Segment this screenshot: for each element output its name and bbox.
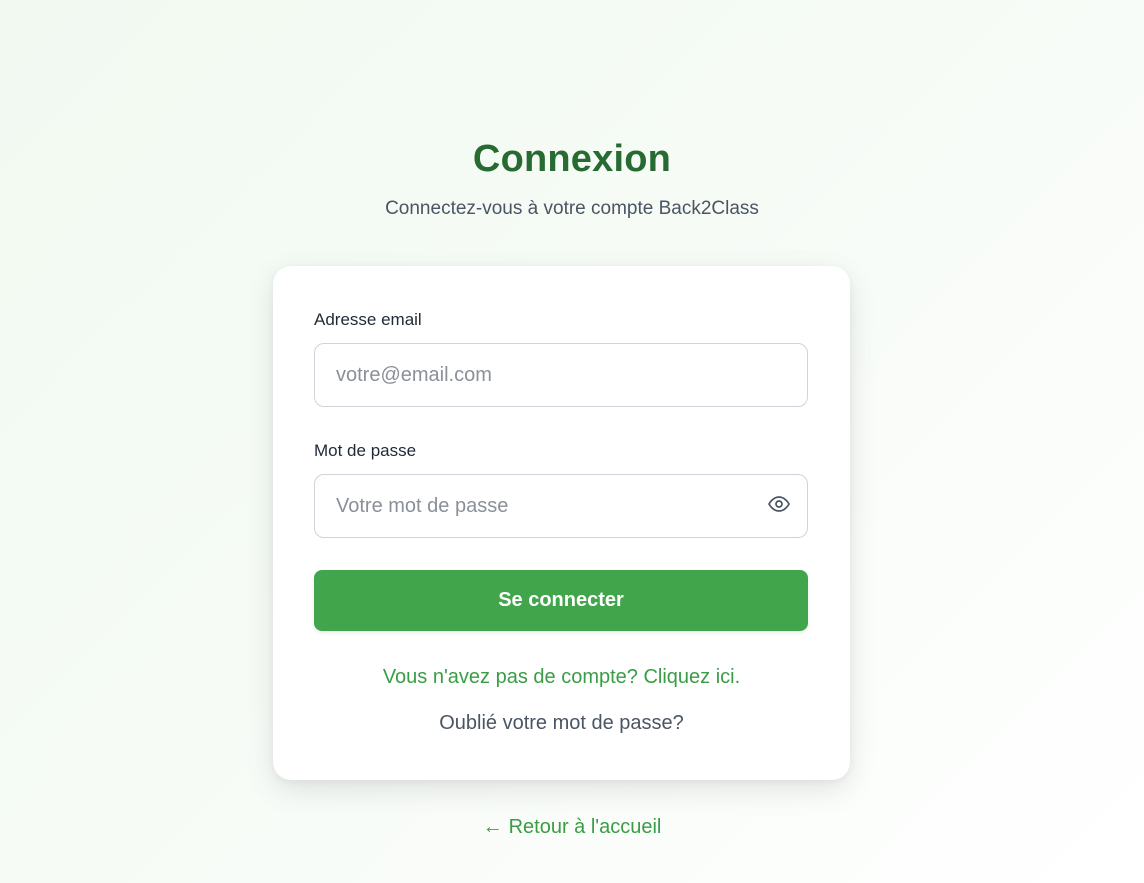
login-card: Adresse email Mot de passe Se connecter … <box>273 266 850 780</box>
page-subtitle: Connectez-vous à votre compte Back2Class <box>385 198 759 219</box>
login-page: Connexion Connectez-vous à votre compte … <box>0 0 1144 883</box>
signup-link[interactable]: Vous n'avez pas de compte? Cliquez ici. <box>273 666 850 689</box>
arrow-left-icon: ← <box>482 816 503 838</box>
password-label: Mot de passe <box>314 441 417 460</box>
login-button[interactable]: Se connecter <box>314 570 808 631</box>
page-title: Connexion <box>472 138 672 180</box>
eye-icon[interactable] <box>766 491 792 517</box>
back-home-link[interactable]: ← Retour à l'accueil <box>0 816 1144 839</box>
password-field[interactable] <box>314 474 808 538</box>
back-home-label: Retour à l'accueil <box>508 816 662 838</box>
email-label: Adresse email <box>314 310 422 329</box>
forgot-password-link[interactable]: Oublié votre mot de passe? <box>273 712 850 735</box>
email-field[interactable] <box>314 343 808 407</box>
